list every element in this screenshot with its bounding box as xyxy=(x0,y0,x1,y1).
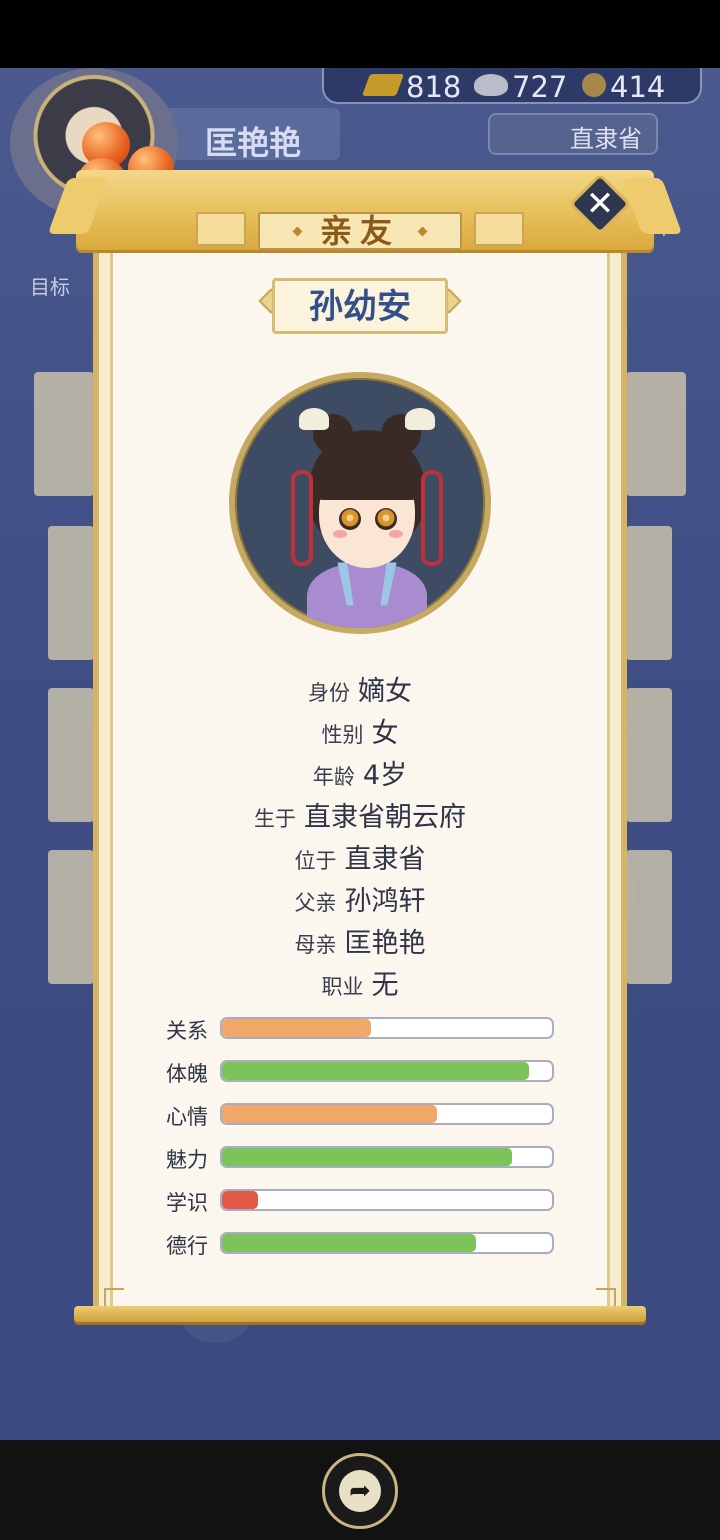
dialog-title: 亲友 xyxy=(319,212,400,250)
background-card xyxy=(626,526,672,660)
location-button[interactable]: 直隶省 xyxy=(488,113,658,155)
stat-bar-knowledge xyxy=(220,1189,554,1211)
portrait-blush xyxy=(333,530,347,538)
dialog-title-plate: 亲友 xyxy=(258,212,462,250)
background-card xyxy=(48,526,94,660)
hair-flower-icon xyxy=(405,408,435,430)
info-key: 身份 xyxy=(308,681,350,705)
info-key: 职业 xyxy=(321,975,364,999)
corner-ornament xyxy=(104,1288,124,1308)
background-card xyxy=(626,372,686,496)
info-value: 直隶省 xyxy=(344,844,426,875)
info-value: 无 xyxy=(371,970,399,1001)
info-key: 位于 xyxy=(294,849,337,873)
info-row-age: 年龄 4岁 xyxy=(110,756,610,796)
currency-bar: 818 727 414 xyxy=(322,68,702,104)
stat-label-relationship: 关系 xyxy=(166,1019,208,1043)
portrait-eye xyxy=(339,508,361,530)
background-card xyxy=(48,688,94,822)
info-key: 年龄 xyxy=(312,765,355,789)
stat-label-knowledge: 学识 xyxy=(166,1191,208,1215)
stat-label-mood: 心情 xyxy=(166,1105,208,1129)
stat-fill xyxy=(222,1019,371,1037)
title-ornament xyxy=(196,212,246,246)
gold-amount: 818 xyxy=(406,70,462,104)
info-key: 性别 xyxy=(321,723,364,747)
hair-ribbon xyxy=(291,470,313,566)
info-row-identity: 身份 嫡女 xyxy=(110,672,610,712)
goal-label[interactable]: 目标 xyxy=(30,271,70,300)
share-icon: ➦ xyxy=(349,1476,371,1506)
hair-flower-icon xyxy=(299,408,329,430)
background-card xyxy=(626,688,672,822)
portrait-eye xyxy=(375,508,397,530)
share-button[interactable]: ➦ xyxy=(322,1453,398,1529)
background-card xyxy=(34,372,94,496)
gold-ingot-icon xyxy=(361,74,405,96)
hair-ribbon xyxy=(421,470,443,566)
info-key: 父亲 xyxy=(294,891,337,915)
person-name-plate: 孙幼安 xyxy=(272,278,448,334)
stat-bar-charm xyxy=(220,1146,554,1168)
info-row-mother: 母亲 匡艳艳 xyxy=(110,924,610,964)
info-row-father: 父亲 孙鸿轩 xyxy=(110,882,610,922)
stat-label-physique: 体魄 xyxy=(166,1062,208,1086)
scroll-bottom-rod xyxy=(74,1306,646,1322)
title-ornament xyxy=(474,212,524,246)
stat-bar-relationship xyxy=(220,1017,554,1039)
stat-fill xyxy=(222,1191,259,1209)
person-name: 孙幼安 xyxy=(309,287,411,327)
location-label: 直隶省 xyxy=(570,125,642,153)
stat-fill xyxy=(222,1148,513,1166)
stat-label-virtue: 德行 xyxy=(166,1234,208,1258)
share-icon-bg: ➦ xyxy=(339,1470,381,1512)
info-value: 嫡女 xyxy=(358,676,412,707)
portrait-collar xyxy=(337,562,397,606)
background-card xyxy=(48,850,94,984)
stat-fill xyxy=(222,1105,437,1123)
stat-bar-mood xyxy=(220,1103,554,1125)
stat-fill xyxy=(222,1062,529,1080)
info-row-gender: 性别女 xyxy=(110,714,610,754)
stat-bar-physique xyxy=(220,1060,554,1082)
coin-amount: 414 xyxy=(610,70,666,104)
silver-amount: 727 xyxy=(512,70,568,104)
info-row-birthplace: 生于 直隶省朝云府 xyxy=(110,798,610,838)
copper-coin-icon xyxy=(582,73,606,97)
info-value: 孙鸿轩 xyxy=(344,886,426,917)
close-icon[interactable]: ✕ xyxy=(578,180,622,228)
portrait-blush xyxy=(389,530,403,538)
info-value: 4岁 xyxy=(362,760,408,791)
info-value: 直隶省朝云府 xyxy=(304,802,466,833)
info-key: 母亲 xyxy=(294,933,337,957)
stat-fill xyxy=(222,1234,477,1252)
person-portrait xyxy=(229,372,491,634)
corner-ornament xyxy=(596,1288,616,1308)
stat-label-charm: 魅力 xyxy=(166,1148,208,1172)
info-value: 匡艳艳 xyxy=(344,928,426,959)
player-name: 匡艳艳 xyxy=(205,124,302,162)
silver-ingot-icon xyxy=(474,74,508,96)
status-bar xyxy=(0,0,720,68)
stat-bar-virtue xyxy=(220,1232,554,1254)
portrait-bangs xyxy=(315,440,419,500)
info-row-occupation: 职业无 xyxy=(110,966,610,1006)
info-value: 女 xyxy=(371,718,399,749)
info-row-location: 位于 直隶省 xyxy=(110,840,610,880)
info-key: 生于 xyxy=(254,807,296,831)
background-card xyxy=(626,850,672,984)
